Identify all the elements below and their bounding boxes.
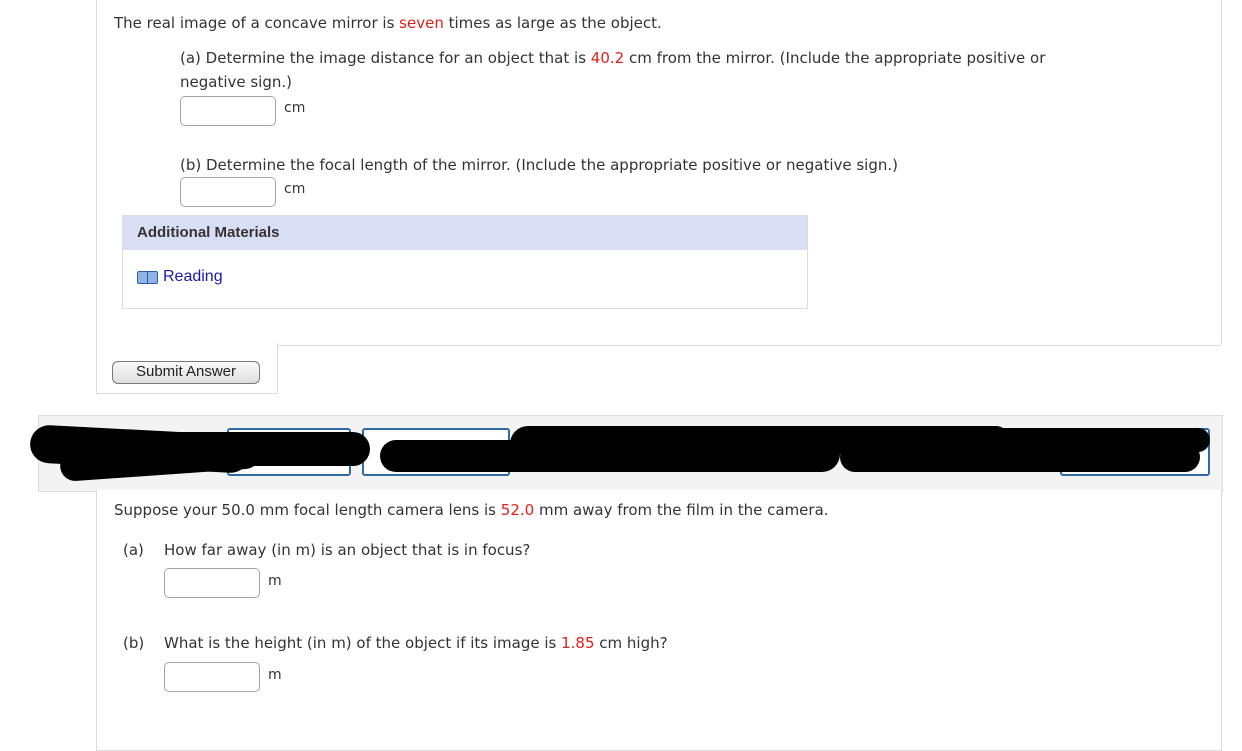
question-2-part-a-prompt: How far away (in m) is an object that is… [164,541,531,559]
unit-label: m [268,573,282,589]
question-2-part-a-label: (a) [123,541,144,559]
question-2-part-a-answer-input[interactable] [164,568,260,598]
part-b-text: What is the height (in m) of the object … [164,634,562,652]
question-2-card [96,490,1222,751]
question-1-part-a-prompt: (a) Determine the image distance for an … [180,49,1045,67]
highlighted-value: 1.85 [561,634,595,652]
question-1-part-a-prompt-line2: negative sign.) [180,73,293,91]
part-a-text-end: cm from the mirror. (Include the appropr… [624,49,1046,67]
highlighted-value: seven [399,14,444,32]
reading-link-label: Reading [163,268,223,285]
question-1-part-b-prompt: (b) Determine the focal length of the mi… [180,156,899,174]
question-1-part-a-answer-input[interactable] [180,96,276,126]
question-1-intro-text: The real image of a concave mirror is [114,14,400,32]
question-2-part-b-prompt: What is the height (in m) of the object … [164,634,668,652]
unit-label: m [268,667,282,683]
unit-label: cm [284,181,306,197]
reading-link[interactable]: Reading [137,268,223,286]
unit-label: cm [284,100,306,116]
question-2-intro: Suppose your 50.0 mm focal length camera… [114,501,829,519]
question-2-part-b-answer-input[interactable] [164,662,260,692]
part-b-text-end: cm high? [594,634,668,652]
highlighted-value: 52.0 [500,501,535,519]
part-a-text: (a) Determine the image distance for an … [180,49,591,67]
additional-materials-header: Additional Materials [123,216,807,250]
additional-materials-panel: Additional Materials Reading [122,215,808,309]
question-1-intro-text-end: times as large as the object. [443,14,662,32]
question-1-part-b-answer-input[interactable] [180,177,276,207]
book-icon [137,270,158,285]
question-2-part-b-label: (b) [123,634,145,652]
question-2-intro-text: Suppose your 50.0 mm focal length camera… [114,501,501,519]
redaction-mark [900,428,1210,452]
question-2-intro-text-end: mm away from the film in the camera. [534,501,829,519]
question-1-intro: The real image of a concave mirror is se… [114,14,662,32]
submit-answer-button[interactable]: Submit Answer [112,361,260,384]
highlighted-value: 40.2 [590,49,625,67]
